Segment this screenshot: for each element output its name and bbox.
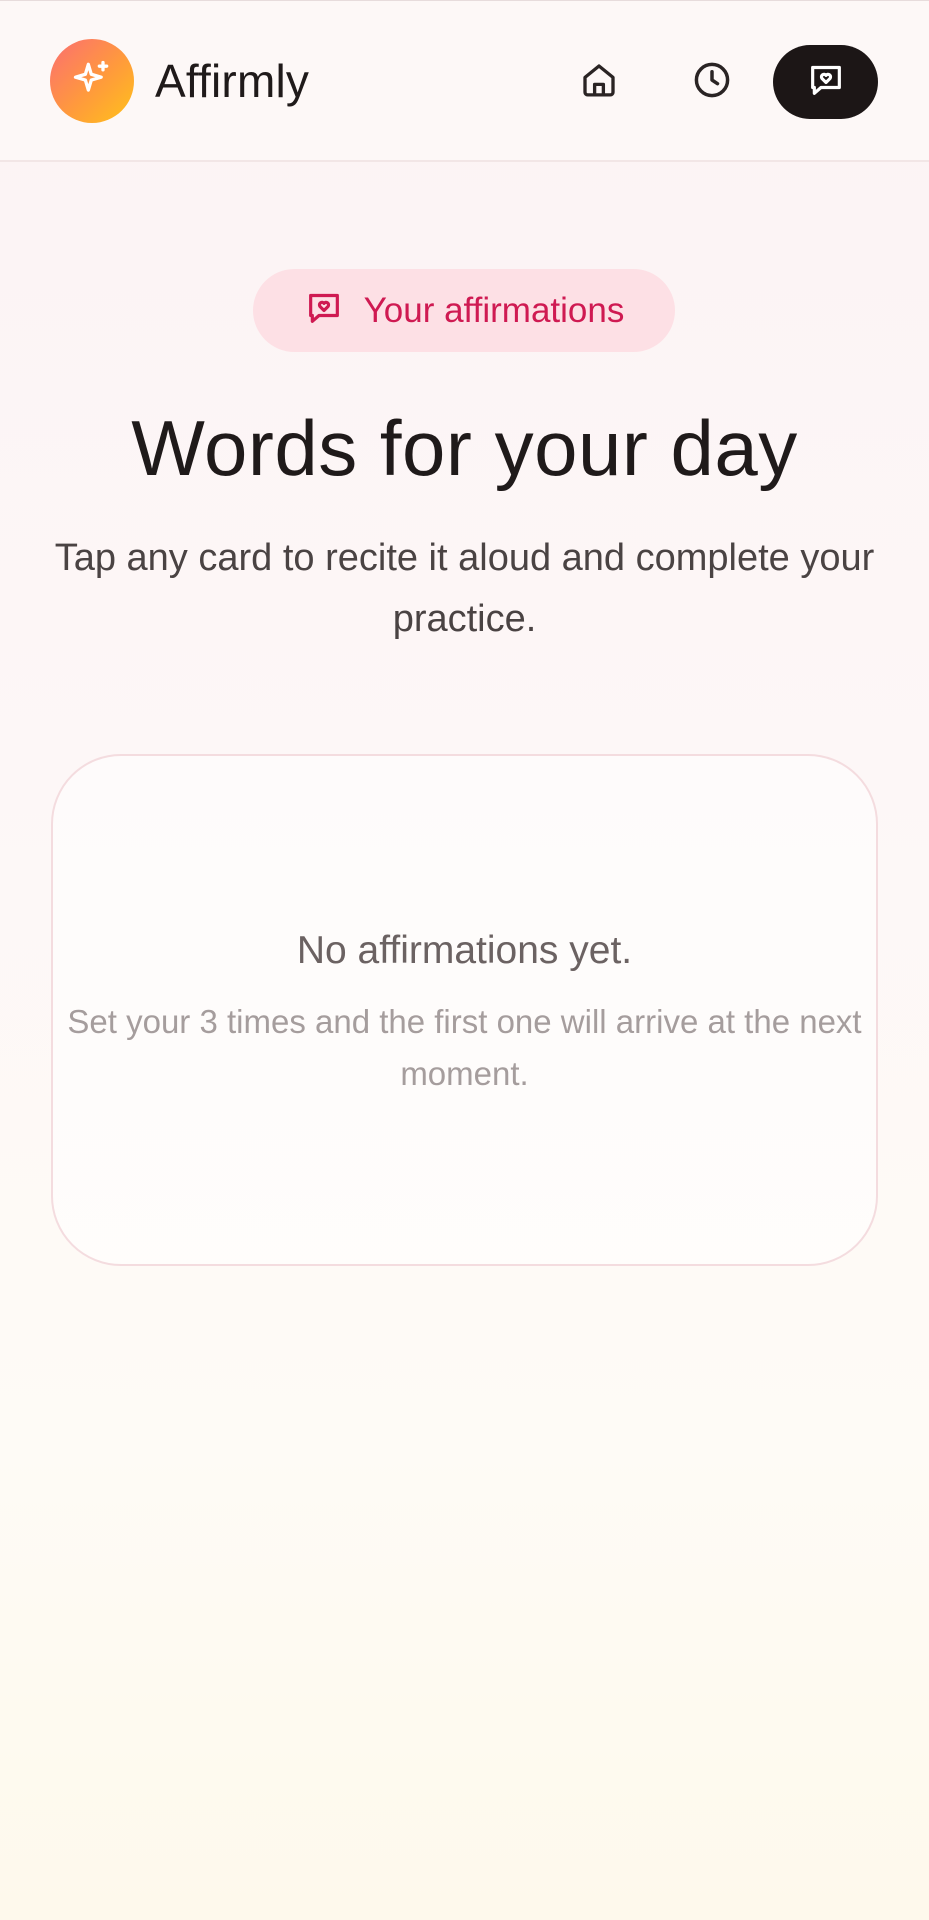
badge-label: Your affirmations: [363, 290, 625, 330]
page-title: Words for your day: [131, 404, 798, 492]
nav-history-button[interactable]: [675, 45, 749, 119]
app-header: Affirmly: [0, 0, 929, 162]
home-icon: [578, 59, 620, 106]
sparkles-icon: [70, 57, 114, 106]
message-heart-icon: [806, 60, 846, 105]
page-subtitle: Tap any card to recite it aloud and comp…: [54, 537, 875, 640]
nav-home-button[interactable]: [562, 45, 636, 119]
app-logo: [50, 39, 134, 123]
empty-state-description: Set your 3 times and the first one will …: [67, 1003, 862, 1092]
message-heart-icon: [304, 288, 344, 333]
empty-state-card: No affirmations yet. Set your 3 times an…: [51, 754, 878, 1266]
nav-affirmations-button[interactable]: [773, 45, 878, 119]
empty-state-title: No affirmations yet.: [296, 929, 633, 972]
clock-icon: [690, 58, 734, 107]
section-badge: Your affirmations: [253, 269, 675, 352]
app-title: Affirmly: [155, 55, 310, 107]
